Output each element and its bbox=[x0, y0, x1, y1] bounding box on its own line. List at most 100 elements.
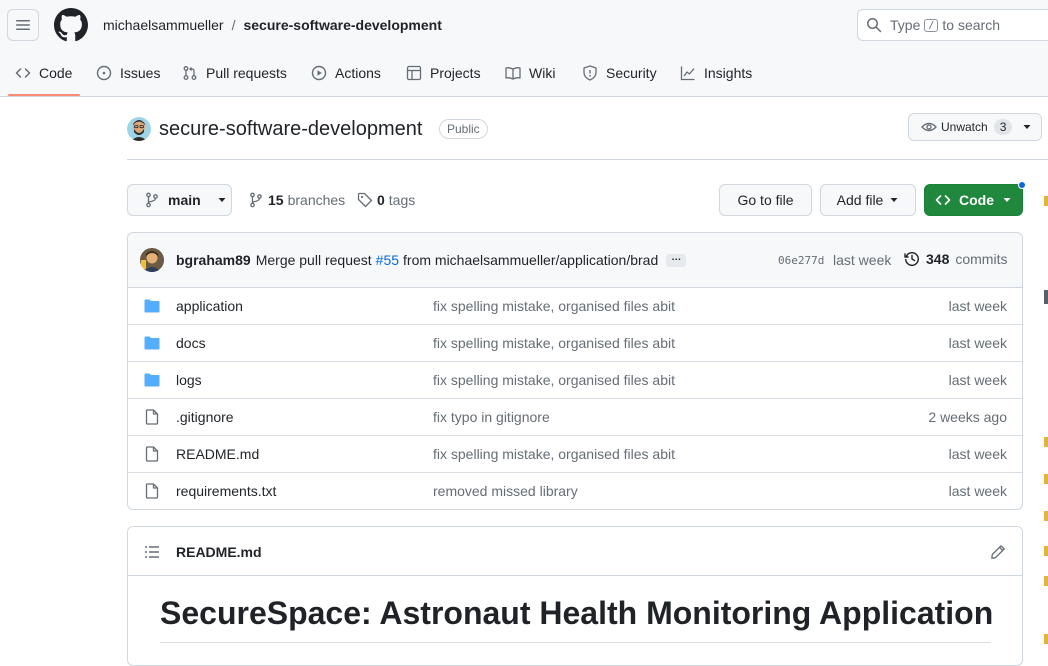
tab-insights[interactable]: Insights bbox=[680, 50, 752, 96]
tab-projects[interactable]: Projects bbox=[406, 50, 481, 96]
tab-code[interactable]: Code bbox=[15, 50, 72, 96]
file-row-docs: docs fix spelling mistake, organised fil… bbox=[128, 325, 1022, 362]
branch-selector-button[interactable]: main bbox=[127, 184, 232, 216]
tab-security[interactable]: Security bbox=[582, 50, 657, 96]
file-name-link[interactable]: README.md bbox=[176, 446, 259, 462]
sidebar-edge-fragment bbox=[1044, 576, 1048, 586]
file-commit-message-link[interactable]: fix spelling mistake, organised files ab… bbox=[433, 372, 675, 388]
readme-header: README.md bbox=[128, 527, 1022, 576]
file-icon bbox=[145, 483, 159, 499]
file-name-link[interactable]: requirements.txt bbox=[176, 483, 276, 499]
breadcrumb-owner-link[interactable]: michaelsammueller bbox=[103, 17, 224, 33]
file-icon bbox=[145, 446, 159, 462]
readme-heading: SecureSpace: Astronaut Health Monitoring… bbox=[160, 595, 993, 643]
eye-icon bbox=[921, 122, 937, 132]
triangle-down-icon bbox=[890, 198, 898, 202]
file-name-link[interactable]: application bbox=[176, 298, 243, 314]
file-commit-time: last week bbox=[948, 372, 1007, 388]
book-icon bbox=[505, 67, 521, 80]
breadcrumb: michaelsammueller / secure-software-deve… bbox=[103, 16, 442, 34]
go-to-file-button[interactable]: Go to file bbox=[719, 184, 812, 216]
readme-panel: README.md SecureSpace: Astronaut Health … bbox=[127, 526, 1023, 666]
tab-code-label: Code bbox=[39, 65, 73, 81]
shield-icon bbox=[583, 65, 597, 81]
file-name-link[interactable]: logs bbox=[176, 372, 202, 388]
tab-actions-label: Actions bbox=[335, 65, 381, 81]
breadcrumb-repo-link[interactable]: secure-software-development bbox=[243, 17, 441, 33]
file-commit-time: last week bbox=[948, 335, 1007, 351]
hamburger-menu-button[interactable] bbox=[7, 9, 39, 41]
owner-avatar-image bbox=[127, 117, 151, 141]
commits-label: commits bbox=[955, 251, 1008, 267]
folder-icon bbox=[144, 336, 160, 350]
tab-projects-label: Projects bbox=[430, 65, 481, 81]
repo-nav-tabs: Code Issues Pull requests Actions Projec… bbox=[0, 50, 1048, 97]
code-icon bbox=[935, 195, 951, 205]
file-commit-time: last week bbox=[948, 298, 1007, 314]
sidebar-edge-fragment bbox=[1044, 437, 1048, 447]
latest-commit-bar: bgraham89 Merge pull request #55 from mi… bbox=[128, 233, 1022, 288]
search-input[interactable]: Type / to search bbox=[857, 9, 1048, 41]
tag-icon bbox=[357, 192, 373, 208]
commit-pr-link[interactable]: #55 bbox=[376, 252, 399, 268]
breadcrumb-separator: / bbox=[231, 17, 236, 33]
folder-icon bbox=[144, 299, 160, 313]
add-file-button[interactable]: Add file bbox=[820, 184, 916, 216]
branches-link[interactable]: 15 branches bbox=[248, 191, 345, 209]
repo-header: secure-software-development Public Unwat… bbox=[127, 113, 1048, 160]
tab-pull-requests[interactable]: Pull requests bbox=[182, 50, 287, 96]
tags-count: 0 bbox=[377, 192, 385, 208]
global-header: michaelsammueller / secure-software-deve… bbox=[0, 0, 1048, 50]
commit-sha-link[interactable]: 06e277d bbox=[778, 254, 824, 267]
sidebar-edge-fragment bbox=[1044, 634, 1048, 644]
file-commit-message-link[interactable]: fix spelling mistake, organised files ab… bbox=[433, 298, 675, 314]
notification-dot bbox=[1018, 181, 1026, 189]
readme-filename-link[interactable]: README.md bbox=[176, 544, 262, 560]
unwatch-button[interactable]: Unwatch 3 bbox=[908, 113, 1042, 141]
repo-title-link[interactable]: secure-software-development bbox=[159, 118, 422, 141]
tab-issues-label: Issues bbox=[120, 65, 161, 81]
tab-wiki-label: Wiki bbox=[529, 65, 556, 81]
tab-wiki[interactable]: Wiki bbox=[505, 50, 555, 96]
code-icon bbox=[15, 68, 31, 78]
branch-name: main bbox=[168, 192, 201, 208]
commits-history-link[interactable]: 348 commits bbox=[904, 251, 1007, 267]
file-commit-message-link[interactable]: fix spelling mistake, organised files ab… bbox=[433, 446, 675, 462]
sidebar-edge-fragment bbox=[1044, 290, 1048, 304]
search-icon bbox=[867, 18, 882, 33]
tab-issues[interactable]: Issues bbox=[96, 50, 160, 96]
git-branch-icon bbox=[146, 192, 158, 208]
sidebar-edge-fragment bbox=[1044, 511, 1048, 521]
file-browser: bgraham89 Merge pull request #55 from mi… bbox=[127, 232, 1023, 510]
file-name-link[interactable]: docs bbox=[176, 335, 206, 351]
owner-avatar[interactable] bbox=[127, 117, 151, 141]
commit-time: last week bbox=[833, 252, 892, 268]
play-icon bbox=[311, 65, 327, 81]
graph-icon bbox=[680, 66, 695, 81]
pencil-icon[interactable] bbox=[990, 544, 1006, 560]
commit-message-end[interactable]: from michaelsammueller/application/brad bbox=[403, 252, 658, 268]
triangle-down-icon bbox=[1003, 198, 1011, 202]
github-logo-icon[interactable] bbox=[54, 8, 88, 42]
commit-expand-button[interactable]: … bbox=[666, 252, 687, 267]
commit-author-link[interactable]: bgraham89 bbox=[176, 252, 251, 268]
triangle-down-icon bbox=[218, 198, 226, 202]
file-commit-message-link[interactable]: fix spelling mistake, organised files ab… bbox=[433, 335, 675, 351]
table-icon bbox=[406, 65, 422, 81]
list-unordered-icon[interactable] bbox=[144, 544, 160, 560]
tags-link[interactable]: 0 tags bbox=[357, 191, 415, 209]
file-commit-message-link[interactable]: fix typo in gitignore bbox=[433, 409, 550, 425]
file-name-link[interactable]: .gitignore bbox=[176, 409, 234, 425]
file-commit-message-link[interactable]: removed missed library bbox=[433, 483, 578, 499]
triangle-down-icon bbox=[1023, 125, 1031, 129]
commits-count: 348 bbox=[926, 251, 950, 267]
code-dropdown-button[interactable]: Code bbox=[924, 184, 1023, 216]
commit-message-start[interactable]: Merge pull request bbox=[256, 252, 372, 268]
commit-author-avatar[interactable] bbox=[140, 248, 164, 272]
watch-count: 3 bbox=[993, 119, 1013, 135]
unwatch-label: Unwatch bbox=[941, 120, 988, 134]
tab-actions[interactable]: Actions bbox=[311, 50, 381, 96]
search-placeholder-end: to search bbox=[942, 17, 1000, 33]
git-branch-icon bbox=[250, 192, 262, 208]
tab-security-label: Security bbox=[606, 65, 657, 81]
